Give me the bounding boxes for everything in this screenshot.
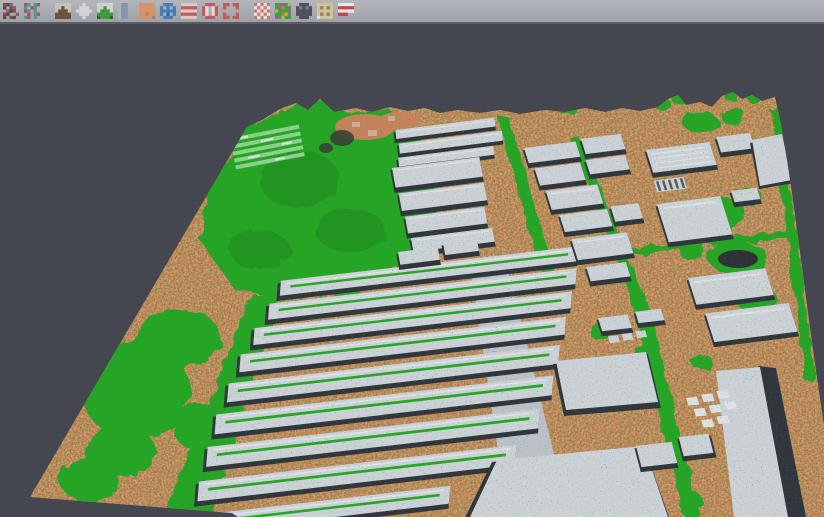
measure-grid-icon bbox=[317, 3, 333, 19]
toolbar-button-point-cloud-rgb[interactable] bbox=[3, 3, 19, 19]
toolbar-button-target-circle[interactable] bbox=[202, 3, 218, 19]
application-window bbox=[0, 0, 824, 517]
toolbar-button-mesh-light[interactable] bbox=[76, 3, 92, 19]
point-cloud-rgb-icon bbox=[3, 3, 19, 19]
viewport-3d[interactable] bbox=[0, 26, 824, 517]
terrain-brown-icon bbox=[55, 3, 71, 19]
toolbar-button-ortho-tile[interactable] bbox=[139, 3, 155, 19]
toolbar-button-checker-texture[interactable] bbox=[254, 3, 270, 19]
toolbar-button-dark-sphere[interactable] bbox=[296, 3, 312, 19]
toolbar-button-flag-bars[interactable] bbox=[338, 3, 354, 19]
checker-texture-icon bbox=[254, 3, 270, 19]
crop-marks-icon bbox=[223, 3, 239, 19]
globe-icon bbox=[160, 3, 176, 19]
toolbar-button-profile-view[interactable] bbox=[118, 3, 134, 19]
point-cloud-classified-icon bbox=[24, 3, 40, 19]
ortho-tile-icon bbox=[139, 3, 155, 19]
dark-sphere-icon bbox=[296, 3, 312, 19]
layer-stack-icon bbox=[181, 3, 197, 19]
toolbar-button-layer-stack[interactable] bbox=[181, 3, 197, 19]
toolbar-button-point-cloud-classified[interactable] bbox=[24, 3, 40, 19]
toolbar-button-terrain-green[interactable] bbox=[97, 3, 113, 19]
canopy-speckle bbox=[0, 26, 824, 517]
main-toolbar bbox=[0, 0, 824, 24]
flag-bars-icon bbox=[338, 3, 354, 19]
toolbar-button-crop-marks[interactable] bbox=[223, 3, 239, 19]
mesh-light-icon bbox=[76, 3, 92, 19]
color-map-icon bbox=[275, 3, 291, 19]
terrain-green-icon bbox=[97, 3, 113, 19]
toolbar-button-terrain-brown[interactable] bbox=[55, 3, 71, 19]
profile-view-icon bbox=[118, 3, 134, 19]
toolbar-button-globe[interactable] bbox=[160, 3, 176, 19]
target-circle-icon bbox=[202, 3, 218, 19]
toolbar-button-measure-grid[interactable] bbox=[317, 3, 333, 19]
toolbar-button-color-map[interactable] bbox=[275, 3, 291, 19]
point-cloud-scene bbox=[0, 26, 824, 517]
